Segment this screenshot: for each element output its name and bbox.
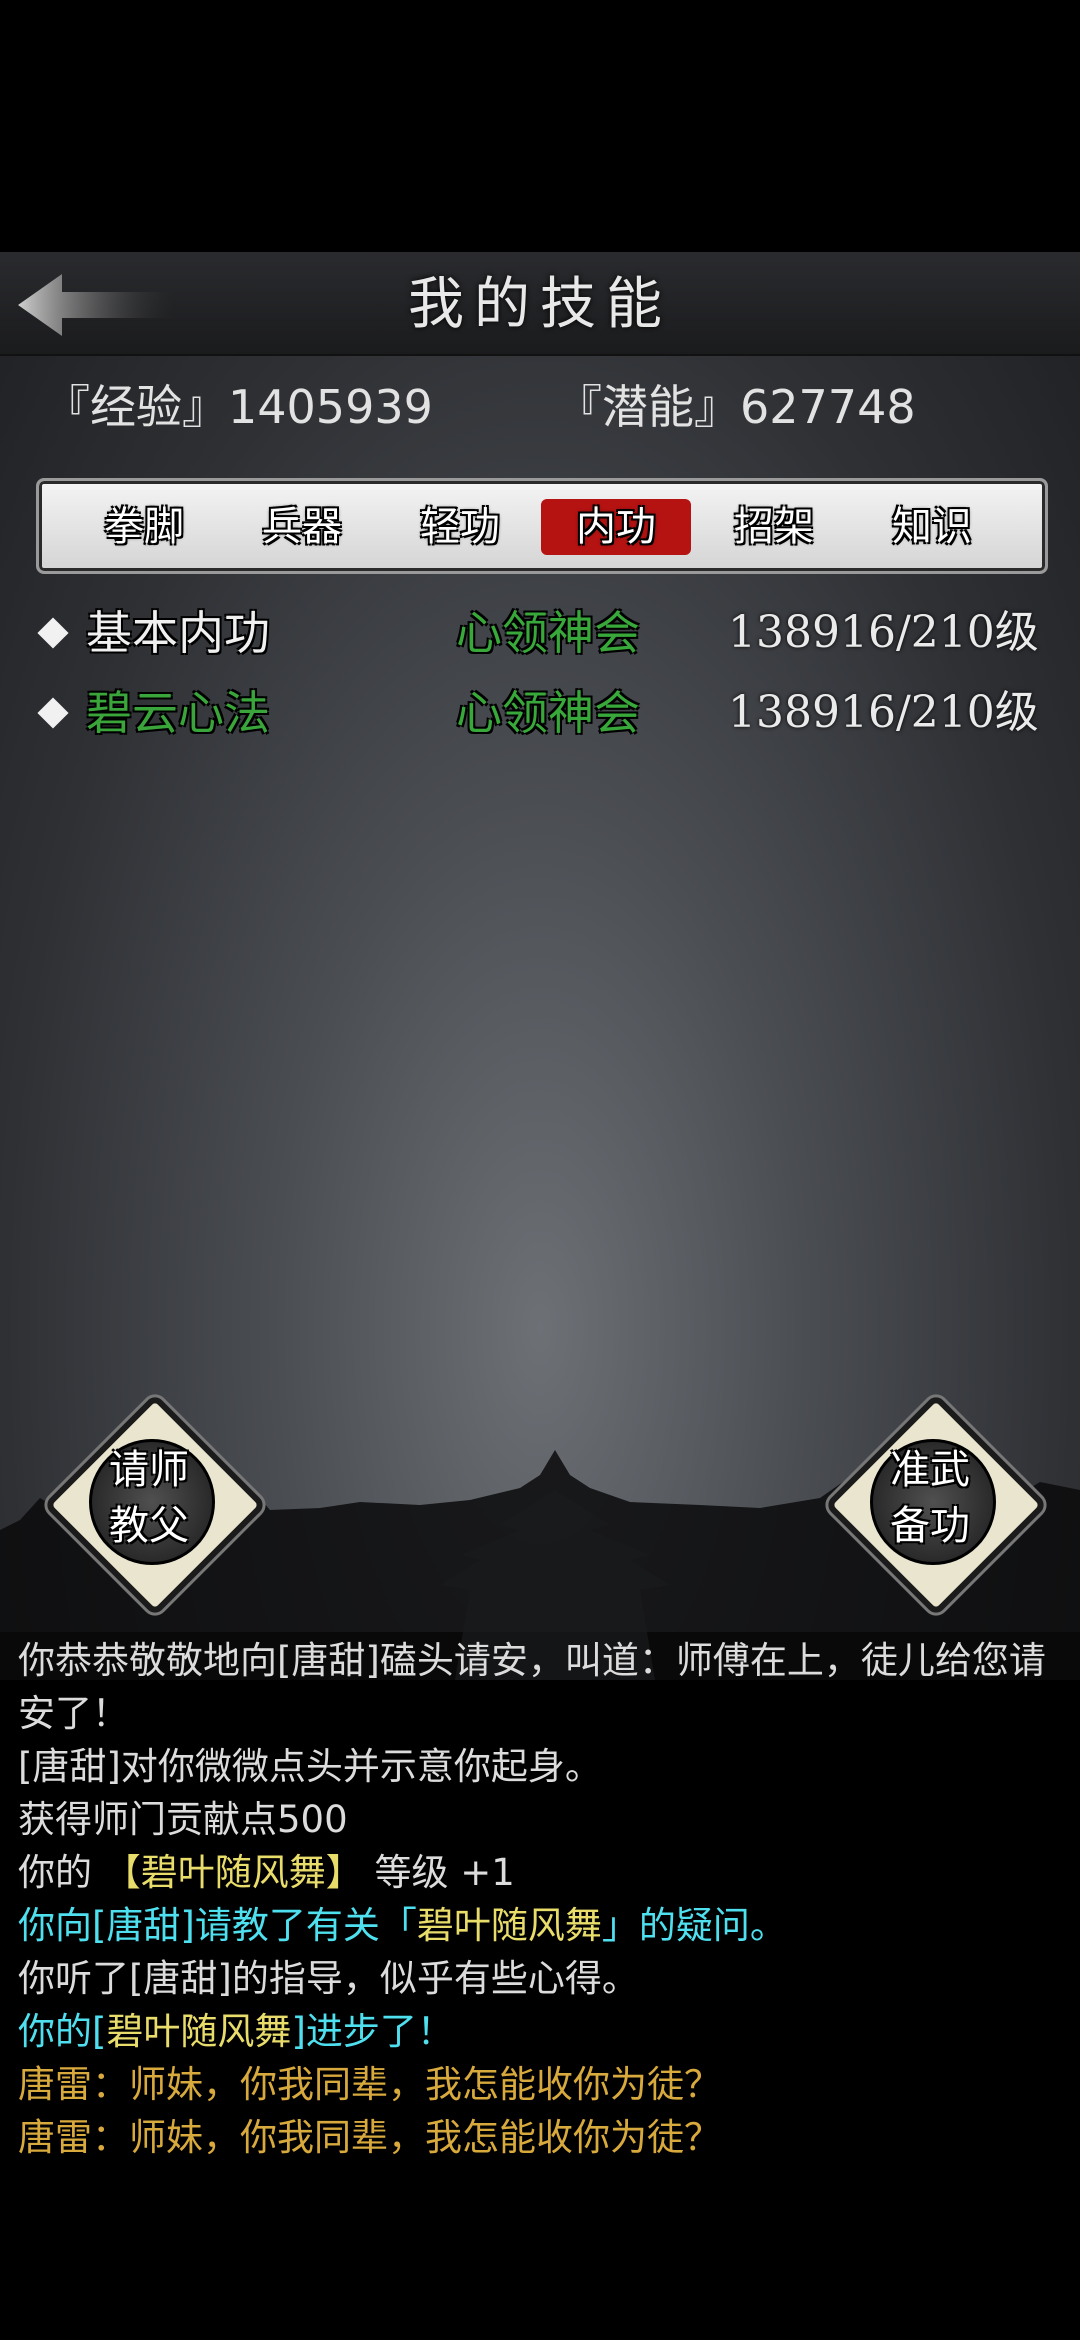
log-text: 唐雷：师妹，你我同辈，我怎能收你为徒？ <box>18 2116 721 2159</box>
log-text: 唐雷：师妹，你我同辈，我怎能收你为徒？ <box>18 2063 721 2106</box>
log-line: 你的 【碧叶随风舞】 等级 +1 <box>18 1846 1068 1899</box>
prepare-skills-label: 准武 备功 <box>890 1447 970 1549</box>
log-text: [唐甜]对你微微点头并示意你起身。 <box>18 1745 602 1788</box>
tab-weapon[interactable]: 兵器 <box>227 499 377 555</box>
bullet-icon <box>37 617 69 649</box>
bullet-icon <box>37 697 69 729</box>
log-text: 碧叶随风舞 <box>416 1904 602 1947</box>
tab-fist[interactable]: 拳脚 <box>69 499 219 555</box>
log-text: 碧叶随风舞 <box>106 2010 292 2053</box>
skill-row[interactable]: 碧云心法 心领神会 138916/210级 <box>36 678 1046 748</box>
log-line: [唐甜]对你微微点头并示意你起身。 <box>18 1740 1068 1793</box>
log-text: 你的 <box>18 1851 104 1894</box>
ask-master-button[interactable]: 请师 教父 <box>43 1393 267 1617</box>
log-line: 唐雷：师妹，你我同辈，我怎能收你为徒？ <box>18 2111 1068 2164</box>
log-text: 【碧叶随风舞】 <box>103 1851 363 1894</box>
tab-inner-force[interactable]: 内功 <box>541 499 691 555</box>
log-text: 你的[ <box>18 2010 107 2053</box>
log-text: 」的疑问。 <box>601 1904 787 1947</box>
skill-mastery: 心领神会 <box>456 686 640 740</box>
log-text: 等级 +1 <box>362 1851 515 1894</box>
message-log: 你恭恭敬敬地向[唐甜]磕头请安，叫道：师傅在上，徒儿给您请安了！ [唐甜]对你微微… <box>18 1634 1068 2164</box>
tab-lightness[interactable]: 轻功 <box>385 499 535 555</box>
tab-knowledge[interactable]: 知识 <box>857 499 1007 555</box>
log-text: 你听了[唐甜]的指导，似乎有些心得。 <box>18 1957 639 2000</box>
log-line: 你的[碧叶随风舞]进步了！ <box>18 2005 1068 2058</box>
page-title: 我的技能 <box>408 272 672 337</box>
log-text: ]进步了！ <box>291 2010 454 2053</box>
log-line: 获得师门贡献点500 <box>18 1793 1068 1846</box>
skill-name: 基本内功 <box>86 606 270 660</box>
log-text: 获得师门贡献点500 <box>18 1798 348 1841</box>
log-line: 你恭恭敬敬地向[唐甜]磕头请安，叫道：师傅在上，徒儿给您请安了！ <box>18 1634 1068 1740</box>
skill-row[interactable]: 基本内功 心领神会 138916/210级 <box>36 598 1046 668</box>
skill-progress: 138916/210级 <box>728 687 1039 738</box>
log-line: 你向[唐甜]请教了有关「碧叶随风舞」的疑问。 <box>18 1899 1068 1952</box>
potential-stat: 『潜能』627748 <box>556 380 916 434</box>
skill-mastery: 心领神会 <box>456 606 640 660</box>
skill-name: 碧云心法 <box>86 686 270 740</box>
tab-parry[interactable]: 招架 <box>699 499 849 555</box>
log-text: 你向[唐甜]请教了有关「 <box>18 1904 417 1947</box>
log-line: 你听了[唐甜]的指导，似乎有些心得。 <box>18 1952 1068 2005</box>
skill-progress: 138916/210级 <box>728 607 1039 658</box>
skill-category-tabs: 拳脚 兵器 轻功 内功 招架 知识 <box>36 478 1048 574</box>
log-line: 唐雷：师妹，你我同辈，我怎能收你为徒？ <box>18 2058 1068 2111</box>
prepare-skills-button[interactable]: 准武 备功 <box>824 1393 1048 1617</box>
log-text: 你恭恭敬敬地向[唐甜]磕头请安，叫道：师傅在上，徒儿给您请安了！ <box>18 1639 1046 1735</box>
experience-stat: 『经验』1405939 <box>44 380 433 434</box>
ask-master-label: 请师 教父 <box>109 1447 189 1549</box>
